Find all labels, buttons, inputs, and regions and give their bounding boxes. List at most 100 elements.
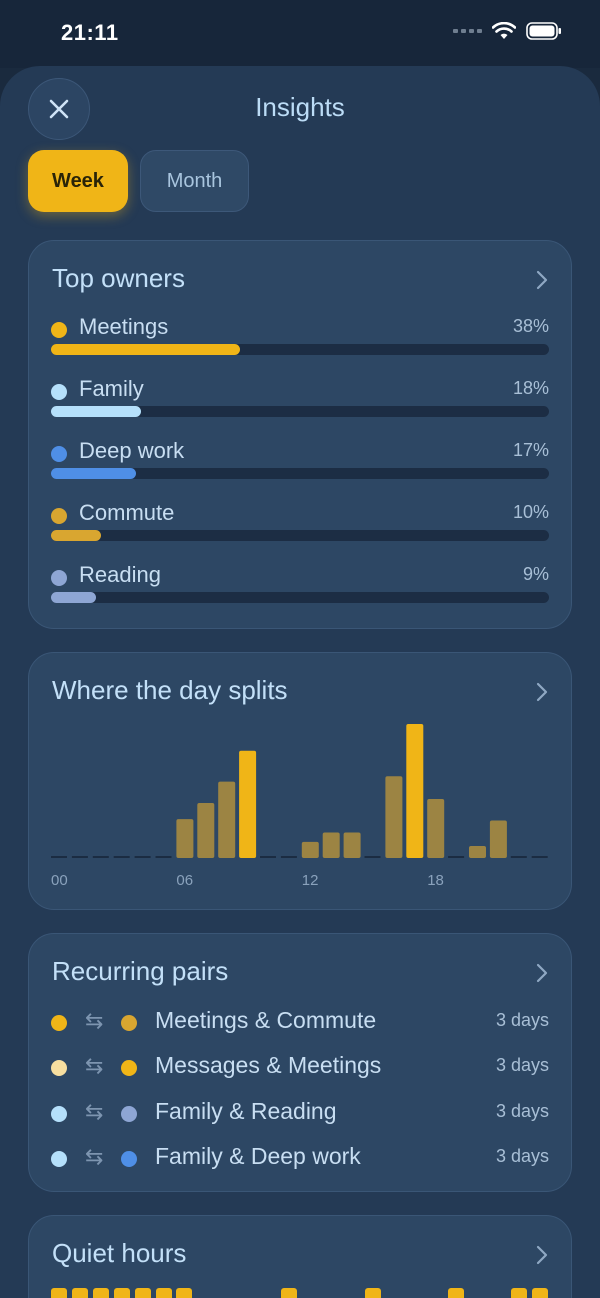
swap-arrows-icon: ⇆ <box>85 1008 104 1033</box>
owner-color-dot <box>51 446 67 462</box>
chart-bar <box>197 803 215 858</box>
battery-icon <box>526 22 561 40</box>
quiet-hour-cell <box>134 1288 151 1298</box>
chart-tick-label: 00 <box>51 872 68 889</box>
chart-tick-label: 06 <box>176 872 193 889</box>
owner-row[interactable]: Commute 10% <box>51 500 549 560</box>
owner-label: Meetings <box>79 314 169 339</box>
pair-label: Family & Reading <box>155 1097 337 1124</box>
pair-days: 3 days <box>495 1145 549 1166</box>
swap-arrows-icon: ⇆ <box>85 1098 104 1124</box>
tab-month[interactable]: Month <box>140 150 249 212</box>
owner-color-dot <box>51 508 67 524</box>
chevron-right-icon[interactable] <box>535 962 549 984</box>
pair-row[interactable]: ⇆ Family & Reading 3 days <box>51 1098 549 1130</box>
owner-row[interactable]: Family 18% <box>51 376 549 436</box>
owner-percent: 17% <box>512 440 549 460</box>
quiet-hour-cell <box>448 1288 465 1298</box>
recurring-pairs-card[interactable]: Recurring pairs ⇆ Meetings & Commute 3 day… <box>28 933 572 1192</box>
owner-row[interactable]: Deep work 17% <box>51 438 549 498</box>
chart-tick-label: 18 <box>427 872 444 889</box>
pair-color-dot-b <box>121 1105 137 1122</box>
owner-color-dot <box>51 322 67 338</box>
quiet-hour-cell <box>280 1288 297 1298</box>
pair-label: Family & Deep work <box>155 1142 361 1169</box>
chart-empty-slot <box>134 856 151 858</box>
pair-color-dot-a <box>51 1015 67 1031</box>
status-icons <box>453 22 562 40</box>
chart-tick-label: 12 <box>302 872 319 889</box>
chevron-right-icon[interactable] <box>535 1244 549 1266</box>
owner-progress-track <box>51 592 549 603</box>
owner-progress-fill <box>51 344 241 355</box>
chart-empty-slot <box>51 856 67 858</box>
chart-empty-slot <box>510 856 527 858</box>
owner-progress-fill <box>51 530 101 541</box>
quiet-hours-strip <box>51 1288 551 1298</box>
recurring-pairs-title: Recurring pairs <box>52 956 229 986</box>
page-title: Insights <box>255 92 345 122</box>
chart-bar <box>239 750 257 858</box>
owner-row[interactable]: Meetings 38% <box>51 314 549 374</box>
chart-empty-slot <box>92 856 109 858</box>
owner-percent: 10% <box>512 502 549 522</box>
pair-row[interactable]: ⇆ Meetings & Commute 3 days <box>51 1007 549 1039</box>
owner-progress-track <box>51 344 549 355</box>
owner-percent: 9% <box>522 564 549 584</box>
pair-row[interactable]: ⇆ Family & Deep work 3 days <box>51 1143 549 1175</box>
owner-progress-fill <box>51 406 141 417</box>
chart-bar <box>469 845 486 858</box>
quiet-hour-cell <box>113 1288 130 1298</box>
chart-bar <box>322 832 340 858</box>
swap-arrows-icon: ⇆ <box>85 1053 104 1079</box>
status-time: 21:11 <box>61 20 119 45</box>
owner-progress-fill <box>51 468 136 479</box>
tab-week[interactable]: Week <box>28 150 128 212</box>
pair-color-dot-b <box>121 1015 137 1031</box>
chevron-right-icon[interactable] <box>535 269 549 291</box>
owner-progress-track <box>51 468 549 479</box>
chart-empty-slot <box>531 856 548 858</box>
chart-empty-slot <box>113 856 130 858</box>
pair-color-dot-a <box>51 1060 67 1077</box>
owner-row[interactable]: Reading 9% <box>51 562 549 622</box>
pair-label: Meetings & Commute <box>155 1007 377 1033</box>
cellular-icon <box>453 29 482 33</box>
wifi-icon <box>492 22 516 39</box>
quiet-hour-cell <box>92 1288 109 1298</box>
owner-color-dot <box>51 384 67 400</box>
quiet-hour-cell <box>155 1288 172 1298</box>
quiet-hour-cell <box>531 1288 548 1298</box>
quiet-hours-card[interactable]: Quiet hours <box>28 1215 572 1298</box>
swap-arrows-icon: ⇆ <box>85 1143 104 1169</box>
top-owners-title: Top owners <box>52 263 185 293</box>
quiet-hour-cell <box>176 1288 193 1298</box>
pair-label: Messages & Meetings <box>155 1052 382 1079</box>
status-bar: 21:11 <box>0 0 600 68</box>
owner-label: Reading <box>79 562 161 587</box>
chart-empty-slot <box>155 856 172 858</box>
pair-row[interactable]: ⇆ Messages & Meetings 3 days <box>51 1052 549 1084</box>
day-split-card[interactable]: Where the day splits 00 06 12 18 <box>28 652 572 910</box>
chart-bar <box>343 832 361 858</box>
chart-bar <box>406 724 424 858</box>
day-split-chart: 00 06 12 18 <box>51 724 548 889</box>
quiet-hour-cell <box>364 1288 381 1298</box>
owner-progress-fill <box>51 592 96 603</box>
chart-bar <box>427 799 445 858</box>
owner-label: Deep work <box>79 438 185 463</box>
chart-empty-slot <box>71 856 88 858</box>
quiet-hours-title: Quiet hours <box>52 1238 187 1268</box>
chart-empty-slot <box>280 856 297 858</box>
top-owners-card[interactable]: Top owners Meetings 38% Family 18% Deep work… <box>28 240 572 629</box>
chart-bar <box>176 819 194 858</box>
chart-empty-slot <box>364 856 381 858</box>
chart-bar <box>218 781 236 858</box>
pair-color-dot-a <box>51 1150 67 1167</box>
chart-empty-slot <box>260 856 276 858</box>
owner-progress-track <box>51 406 549 417</box>
owner-percent: 38% <box>512 316 549 336</box>
owner-color-dot <box>51 570 67 586</box>
insights-sheet: Insights Week Month Top owners Meetings 3… <box>0 66 600 1298</box>
pair-days: 3 days <box>495 1100 549 1121</box>
